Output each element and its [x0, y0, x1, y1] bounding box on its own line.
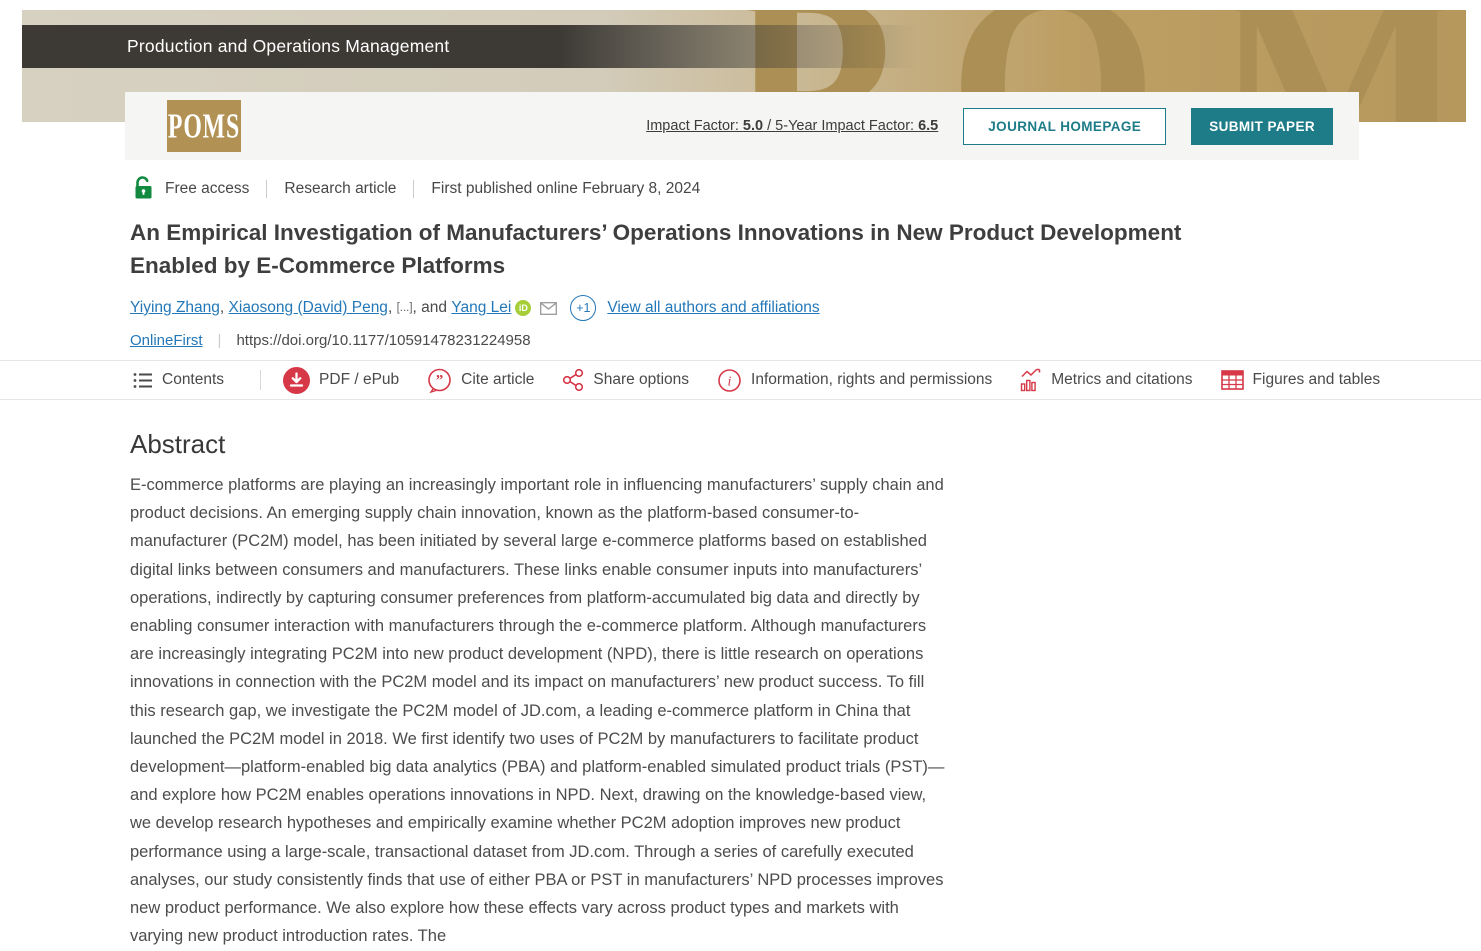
author-link-3[interactable]: Yang Lei: [451, 299, 511, 317]
info-rights-button[interactable]: i Information, rights and permissions: [717, 368, 992, 393]
article-meta-row: Free access Research article First publi…: [133, 175, 700, 203]
contents-button[interactable]: Contents: [133, 371, 224, 389]
article-toolbar: Contents PDF / ePub ” Cite article: [0, 360, 1481, 400]
svg-text:”: ”: [436, 372, 444, 388]
metrics-citations-button[interactable]: Metrics and citations: [1020, 368, 1192, 392]
impact-factor-label: Impact Factor:: [646, 118, 743, 134]
metrics-citations-label: Metrics and citations: [1051, 371, 1192, 389]
author-separator: ,: [388, 299, 397, 317]
toolbar-divider: [260, 370, 261, 390]
pubinfo-divider: |: [218, 332, 222, 349]
published-date-label: First published online February 8, 2024: [431, 180, 700, 198]
five-year-impact-label: 5-Year Impact Factor:: [775, 118, 918, 134]
article-title: An Empirical Investigation of Manufactur…: [130, 217, 1250, 282]
share-options-label: Share options: [593, 371, 689, 389]
pdf-epub-label: PDF / ePub: [319, 371, 399, 389]
online-first-link[interactable]: OnlineFirst: [130, 332, 203, 349]
cite-article-label: Cite article: [461, 371, 534, 389]
journal-name-bar: Production and Operations Management: [22, 25, 917, 68]
more-authors-badge[interactable]: +1: [570, 295, 596, 321]
journal-homepage-button[interactable]: JOURNAL HOMEPAGE: [963, 108, 1166, 145]
article-type-label: Research article: [284, 180, 396, 198]
author-link-1[interactable]: Yiying Zhang: [130, 299, 220, 317]
journal-header: POMS Impact Factor: 5.0 / 5-Year Impact …: [125, 92, 1359, 160]
article-landing-page: POM Production and Operations Management…: [0, 0, 1481, 951]
share-icon: [562, 368, 584, 392]
doi-text: https://doi.org/10.1177/1059147823122495…: [236, 332, 530, 349]
impact-factor-link[interactable]: Impact Factor: 5.0 / 5-Year Impact Facto…: [646, 118, 938, 134]
poms-logo-text: POMS: [168, 106, 240, 146]
journal-header-actions: Impact Factor: 5.0 / 5-Year Impact Facto…: [646, 108, 1333, 145]
orcid-icon[interactable]: iD: [515, 300, 531, 316]
svg-text:i: i: [728, 374, 732, 389]
author-separator: ,: [220, 299, 229, 317]
authors-row: Yiying Zhang, Xiaosong (David) Peng, [..…: [130, 296, 820, 320]
email-icon[interactable]: [540, 302, 557, 315]
share-options-button[interactable]: Share options: [562, 368, 689, 392]
contents-list-icon: [133, 372, 153, 389]
open-lock-icon: [133, 176, 154, 200]
info-rights-label: Information, rights and permissions: [751, 371, 992, 389]
info-icon: i: [717, 368, 742, 393]
pdf-epub-button[interactable]: PDF / ePub: [283, 367, 399, 394]
figures-tables-button[interactable]: Figures and tables: [1221, 370, 1381, 390]
metrics-chart-icon: [1020, 368, 1042, 392]
meta-divider: [266, 180, 267, 198]
submit-paper-button[interactable]: SUBMIT PAPER: [1191, 108, 1333, 145]
table-grid-icon: [1221, 370, 1244, 390]
abstract-heading: Abstract: [130, 429, 225, 460]
cite-article-button[interactable]: ” Cite article: [427, 368, 534, 393]
journal-name: Production and Operations Management: [127, 36, 449, 57]
view-all-authors-link[interactable]: View all authors and affiliations: [607, 299, 819, 317]
poms-logo[interactable]: POMS: [167, 100, 241, 152]
publication-info-row: OnlineFirst | https://doi.org/10.1177/10…: [130, 329, 531, 351]
author-link-2[interactable]: Xiaosong (David) Peng: [229, 299, 388, 317]
article-title-line2: Enabled by E-Commerce Platforms: [130, 250, 1250, 283]
authors-and: , and: [413, 299, 452, 317]
impact-factor-value: 5.0: [743, 118, 763, 134]
abstract-text: E-commerce platforms are playing an incr…: [130, 471, 945, 950]
contents-label: Contents: [162, 371, 224, 389]
cite-quote-icon: ”: [427, 368, 452, 393]
access-label: Free access: [165, 180, 249, 198]
five-year-impact-value: 6.5: [918, 118, 938, 134]
download-icon: [283, 367, 310, 394]
meta-divider: [413, 180, 414, 198]
article-title-line1: An Empirical Investigation of Manufactur…: [130, 217, 1250, 250]
impact-factor-divider: /: [763, 118, 775, 134]
authors-ellipsis: [...]: [397, 302, 413, 314]
figures-tables-label: Figures and tables: [1253, 371, 1381, 389]
